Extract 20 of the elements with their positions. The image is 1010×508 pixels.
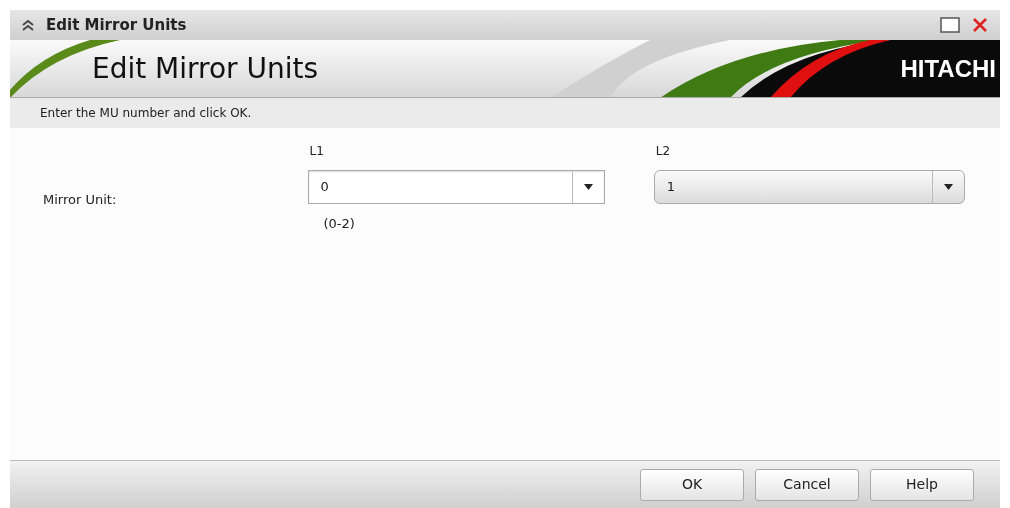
caret-icon xyxy=(583,184,593,190)
collapse-icon[interactable] xyxy=(22,19,34,31)
window-title: Edit Mirror Units xyxy=(46,14,187,36)
column-label: L2 xyxy=(654,143,672,160)
dialog-button[interactable]: Help xyxy=(870,468,974,501)
field-value: 1 xyxy=(665,178,677,197)
caret-icon xyxy=(943,184,953,190)
maximize-icon[interactable] xyxy=(940,16,960,34)
field-value: 0 xyxy=(319,178,330,197)
close-icon[interactable] xyxy=(972,17,988,33)
dialog-button[interactable]: Cancel xyxy=(755,468,859,501)
field-label: Mirror Unit: xyxy=(43,191,118,209)
column-label: L1 xyxy=(308,143,325,160)
logo: HITACHI xyxy=(900,53,996,84)
instruction-text: Enter the MU number and click OK. xyxy=(40,105,252,122)
dropdown[interactable]: 1 xyxy=(653,170,965,204)
dialog-button[interactable]: OK xyxy=(640,468,744,501)
combo-box[interactable]: 0 xyxy=(307,170,605,204)
banner-heading: Edit Mirror Units xyxy=(92,50,319,87)
range-hint: (0-2) xyxy=(323,215,356,233)
